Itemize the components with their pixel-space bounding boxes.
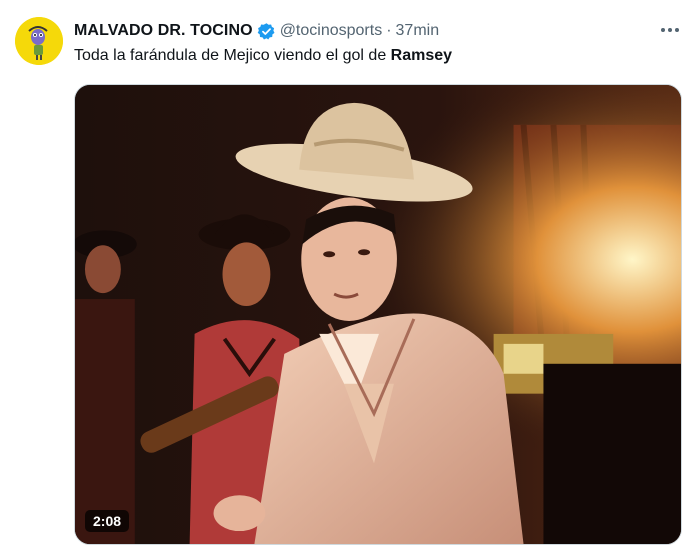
verified-badge-icon <box>257 22 276 41</box>
video-player[interactable]: 2:08 <box>74 84 682 545</box>
video-thumbnail <box>75 85 681 544</box>
video-duration-badge: 2:08 <box>85 510 130 532</box>
timestamp[interactable]: 37min <box>396 22 440 40</box>
tweet-text: Toda la farándula de Mejico viendo el go… <box>74 47 452 65</box>
user-avatar[interactable] <box>15 17 63 65</box>
display-name[interactable]: MALVADO DR. TOCINO <box>74 22 253 40</box>
more-options-button[interactable] <box>658 20 682 40</box>
more-dots-icon <box>661 28 679 32</box>
tweet-header: MALVADO DR. TOCINO @tocinosports · 37min <box>74 20 439 42</box>
tweet-text-bold: Ramsey <box>390 47 453 64</box>
tweet-text-main: Toda la farándula de Mejico viendo el go… <box>74 47 391 64</box>
user-handle[interactable]: @tocinosports <box>280 22 383 40</box>
avatar-cartoon-icon <box>15 17 63 65</box>
tweet-card: MALVADO DR. TOCINO @tocinosports · 37min… <box>0 0 698 557</box>
separator-dot: · <box>386 22 392 39</box>
